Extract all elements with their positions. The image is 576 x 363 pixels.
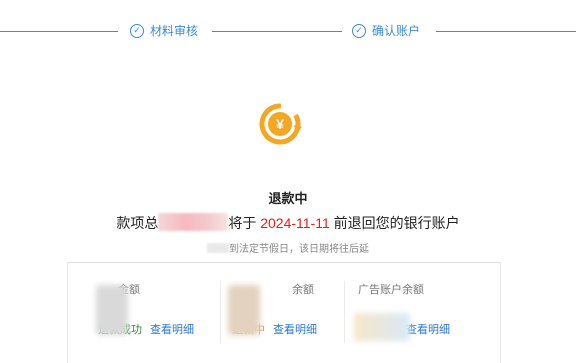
account-label: 广告账户余额 [358, 284, 424, 296]
note-text: 到法定节假日，该日期将往后延 [229, 244, 369, 255]
svg-text:¥: ¥ [276, 116, 284, 132]
step-line-middle [212, 31, 342, 32]
step-label: 确认账户 [372, 24, 421, 38]
step-label: 材料审核 [150, 24, 199, 38]
refund-date: 2024-11-11 [260, 215, 330, 231]
view-details-link[interactable]: 查看明细 [406, 321, 450, 337]
check-circle-icon: ✓ [352, 23, 366, 38]
progress-steps: ✓ 材料审核 ✓ 确认账户 [0, 0, 576, 62]
step-line-left [0, 31, 118, 32]
refund-status-title: 退款中 [268, 191, 308, 206]
column-divider [344, 281, 345, 343]
message-mid: 将于 [228, 215, 257, 231]
holiday-note: 到法定节假日，该日期将往后延 [0, 240, 576, 255]
step-line-right [436, 31, 576, 32]
account-breakdown-card: 金额 退款成功 查看明细 余额 退款中 查看明细 广告账户余额 查看明细 [67, 262, 501, 363]
refund-yen-icon: ¥ [259, 103, 302, 145]
redacted-area [354, 313, 410, 341]
step-material-review: ✓ 材料审核 [124, 22, 205, 39]
refund-message: 款项总 将于 2024-11-11 前退回您的银行账户 [0, 213, 576, 233]
redacted-text [207, 243, 229, 253]
view-details-link[interactable]: 查看明细 [273, 321, 317, 337]
column-divider [220, 281, 221, 343]
message-prefix: 款项总 [116, 215, 159, 231]
check-circle-icon: ✓ [130, 23, 144, 38]
view-details-link[interactable]: 查看明细 [150, 321, 194, 337]
redacted-area [96, 285, 128, 335]
redacted-amount [158, 213, 229, 231]
step-confirm-account: ✓ 确认账户 [346, 22, 427, 39]
redacted-area [228, 285, 260, 335]
message-suffix: 前退回您的银行账户 [333, 215, 460, 231]
